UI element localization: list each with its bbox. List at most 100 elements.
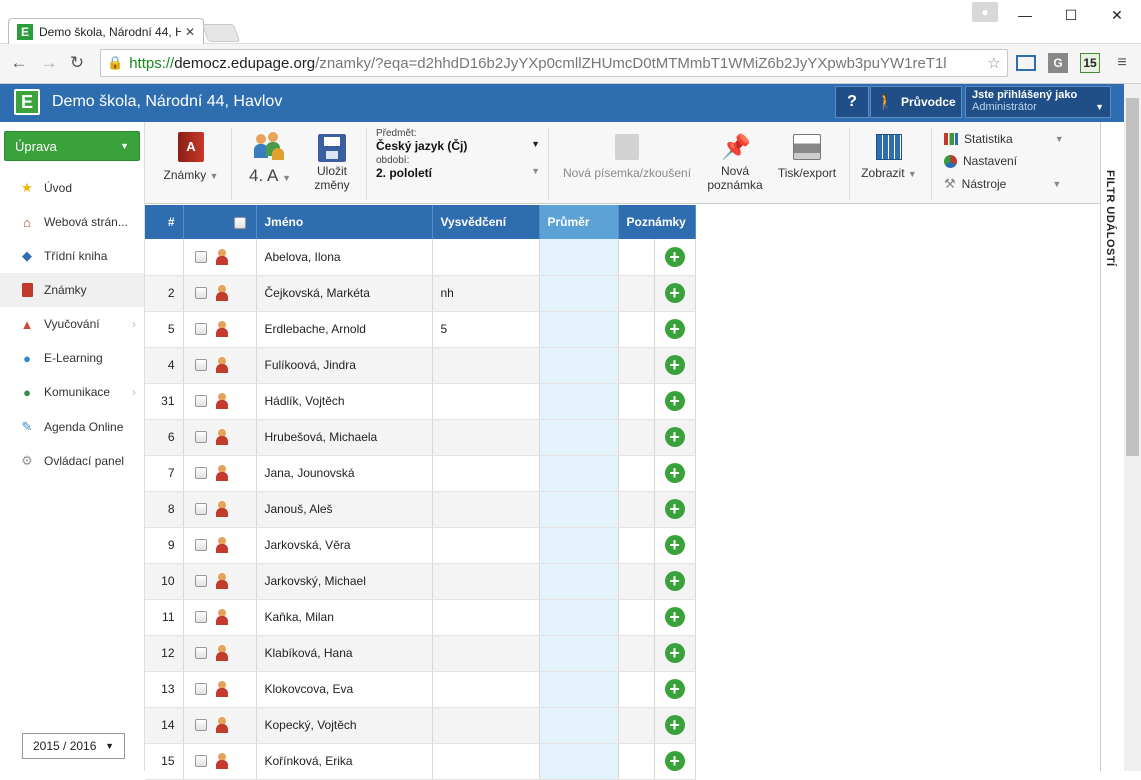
student-name[interactable]: Fulíkoová, Jindra [256,347,433,384]
sidebar-item-ovladaci-panel[interactable]: ⚙ Ovládací panel [0,444,144,478]
student-avatar-icon[interactable] [215,717,229,733]
student-name[interactable]: Kořínková, Erika [256,743,433,780]
profile-icon[interactable]: ● [972,2,998,22]
add-note-icon[interactable]: + [664,283,685,303]
chrome-menu-icon[interactable]: ≡ [1112,53,1132,73]
vysvedceni-cell[interactable] [432,347,540,384]
col-header-vysvedceni[interactable]: Vysvědčení [432,205,540,239]
table-row[interactable]: 13 Klokovcova, Eva + [145,671,696,708]
close-tab-icon[interactable]: ✕ [185,25,195,39]
vysvedceni-cell[interactable] [432,491,540,528]
add-note-icon[interactable]: + [664,679,685,699]
scrollbar-thumb[interactable] [1126,98,1139,456]
table-row[interactable]: 31 Hádlík, Vojtěch + [145,383,696,420]
browser-tab[interactable]: E Demo škola, Národní 44, H ✕ [8,18,204,44]
reload-icon[interactable]: ↻ [66,52,88,74]
window-close-icon[interactable]: ✕ [1094,0,1140,30]
add-note-icon[interactable]: + [664,643,685,663]
znamky-menu-button[interactable]: A Známky ▼ [160,132,222,182]
student-name[interactable]: Abelova, Ilona [256,239,433,276]
sidebar-item-uvod[interactable]: ★ Úvod [0,171,144,205]
row-checkbox[interactable] [194,719,207,731]
tisk-export-button[interactable]: Tisk/export [774,134,840,180]
student-avatar-icon[interactable] [215,357,229,373]
table-row[interactable]: 6 Hrubešová, Michaela + [145,419,696,456]
add-note-icon[interactable]: + [664,607,685,627]
sidebar-item-agenda-online[interactable]: ✎ Agenda Online [0,410,144,444]
ulozit-zmeny-button[interactable]: Uložit změny [308,134,356,192]
student-name[interactable]: Čejkovská, Markéta [256,275,433,312]
row-checkbox[interactable] [194,647,207,659]
row-checkbox[interactable] [194,287,207,299]
row-checkbox[interactable] [194,395,207,407]
cast-icon[interactable] [1016,55,1036,71]
nastaveni-menu[interactable]: Nastavení [944,154,1017,168]
student-avatar-icon[interactable] [215,393,229,409]
nova-pisemka-button[interactable]: Nová písemka/zkoušení [558,134,696,180]
guide-button[interactable]: 🚶 Průvodce [870,86,962,118]
table-row[interactable]: 8 Janouš, Aleš + [145,491,696,528]
add-note-icon[interactable]: + [664,715,685,735]
edupage-logo[interactable]: E [14,89,40,115]
table-row[interactable]: 5 Erdlebache, Arnold 5 + [145,311,696,348]
student-name[interactable]: Kopecký, Vojtěch [256,707,433,744]
col-header-num[interactable]: # [145,205,184,239]
row-checkbox[interactable] [194,503,207,515]
sidebar-item-tridni-kniha[interactable]: ◆ Třídní kniha [0,239,144,273]
student-avatar-icon[interactable] [215,321,229,337]
minimize-icon[interactable]: — [1002,0,1048,30]
add-note-icon[interactable]: + [664,319,685,339]
vysvedceni-cell[interactable] [432,239,540,276]
row-checkbox[interactable] [194,250,207,263]
student-avatar-icon[interactable] [215,465,229,481]
uprava-button[interactable]: Úprava ▼ [4,131,140,161]
subject-selector[interactable]: Předmět: Český jazyk (Čj) ▼ období: 2. p… [376,128,540,180]
student-avatar-icon[interactable] [215,645,229,661]
row-checkbox[interactable] [194,323,207,335]
table-row[interactable]: 14 Kopecký, Vojtěch + [145,707,696,744]
table-row[interactable]: 11 Kaňka, Milan + [145,599,696,636]
nastroje-menu[interactable]: ⚒ Nástroje ▼ [944,176,1061,192]
extension-badge-icon[interactable]: 15 [1080,53,1100,73]
table-row[interactable]: 9 Jarkovská, Věra + [145,527,696,564]
add-note-icon[interactable]: + [664,499,685,519]
vysvedceni-cell[interactable] [432,671,540,708]
class-select-button[interactable]: 4. A ▼ [240,132,300,186]
nova-poznamka-button[interactable]: 📌 Nová poznámka [702,134,768,192]
student-name[interactable]: Janouš, Aleš [256,491,433,528]
sidebar-item-znamky[interactable]: Známky [0,273,144,307]
col-header-select[interactable] [183,205,257,239]
vysvedceni-cell[interactable] [432,383,540,420]
sidebar-item-komunikace[interactable]: ● Komunikace › [0,375,144,409]
student-name[interactable]: Jana, Jounovská [256,455,433,492]
table-row[interactable]: 12 Klabíková, Hana + [145,635,696,672]
vysvedceni-cell[interactable] [432,419,540,456]
period-selector[interactable]: 2. pololetí ▼ [376,166,540,180]
row-checkbox[interactable] [194,539,207,551]
student-name[interactable]: Klokovcova, Eva [256,671,433,708]
sidebar-item-e-learning[interactable]: ● E-Learning [0,341,144,375]
add-note-icon[interactable]: + [664,355,685,375]
vysvedceni-cell[interactable] [432,743,540,780]
table-row[interactable]: 4 Fulíkoová, Jindra + [145,347,696,384]
select-all-checkbox[interactable] [233,216,246,229]
row-checkbox[interactable] [194,431,207,443]
table-row[interactable]: 15 Kořínková, Erika + [145,743,696,780]
add-note-icon[interactable]: + [664,751,685,771]
vysvedceni-cell[interactable] [432,527,540,564]
login-menu[interactable]: Jste přihlášený jako Administrátor ▼ [965,86,1111,118]
vysvedceni-cell[interactable] [432,599,540,636]
student-avatar-icon[interactable] [215,681,229,697]
student-avatar-icon[interactable] [215,429,229,445]
help-button[interactable]: ? [835,86,869,118]
col-header-jmeno[interactable]: Jméno [256,205,433,239]
col-header-poznamky[interactable]: Poznámky [618,205,696,239]
student-avatar-icon[interactable] [215,285,229,301]
student-avatar-icon[interactable] [215,248,229,265]
student-name[interactable]: Hádlík, Vojtěch [256,383,433,420]
table-row[interactable]: Abelova, Ilona + [145,239,696,276]
vysvedceni-cell[interactable] [432,635,540,672]
table-row[interactable]: 10 Jarkovský, Michael + [145,563,696,600]
new-tab-button[interactable] [201,24,241,42]
student-name[interactable]: Kaňka, Milan [256,599,433,636]
